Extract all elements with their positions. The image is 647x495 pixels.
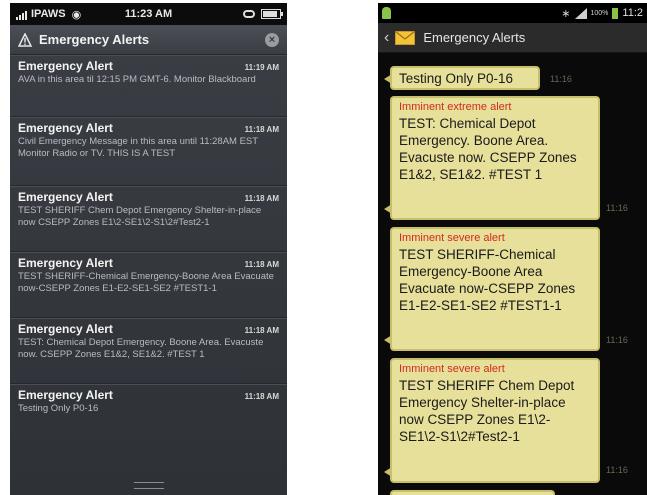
message-bubble[interactable]: Imminent severe alert TEST SHERIFF Chem …	[384, 358, 600, 483]
message-text: Testing Only P0-16	[399, 71, 514, 86]
notification-title: Emergency Alert	[18, 388, 113, 402]
rotation-lock-icon	[243, 10, 255, 18]
android-status-time: 11:2	[622, 7, 643, 19]
notification-group-header: Emergency Alerts ×	[10, 25, 287, 55]
notification-time: 11:18 AM	[244, 392, 279, 401]
bluetooth-icon: ∗	[561, 7, 571, 20]
notification-body: Civil Emergency Message in this area unt…	[18, 136, 258, 159]
alert-category: Imminent severe alert	[399, 363, 505, 375]
message-text: TEST: Chemical Depot Emergency. Boone Ar…	[399, 116, 577, 182]
notification-title: Emergency Alert	[18, 59, 113, 73]
notification-title: Emergency Alert	[18, 121, 113, 135]
android-screen: ∗ 100% 11:2 ‹ Emergency Alerts Testing O…	[378, 3, 647, 495]
notification-body: Testing Only P0-16	[18, 403, 99, 414]
message-time: 11:16	[550, 74, 572, 84]
notification-time: 11:18 AM	[244, 326, 279, 335]
notification-body: TEST SHERIFF Chem Depot Emergency Shelte…	[18, 205, 262, 228]
message-time: 11:16	[606, 203, 628, 213]
group-title: Emergency Alerts	[39, 32, 150, 47]
message-bubble[interactable]: Imminent extreme alert TEST: Chemical De…	[384, 96, 600, 220]
drag-handle[interactable]	[133, 482, 164, 489]
notification-item[interactable]: Emergency Alert 11:19 AM AVA in this are…	[10, 55, 287, 117]
notification-time: 11:18 AM	[244, 125, 279, 134]
message-bubble[interactable]	[390, 490, 555, 495]
action-bar: ‹ Emergency Alerts	[378, 23, 647, 53]
battery-percent: 100%	[590, 9, 609, 17]
message-text: TEST SHERIFF-Chemical Emergency-Boone Ar…	[399, 247, 576, 313]
android-notification-icon	[382, 7, 391, 19]
message-time: 11:16	[606, 335, 628, 345]
clear-group-icon[interactable]: ×	[265, 32, 279, 47]
thread-title: Emergency Alerts	[423, 30, 526, 45]
signal-icon	[16, 8, 28, 20]
notification-item[interactable]: Emergency Alert 11:18 AM TEST SHERIFF-Ch…	[10, 252, 287, 318]
notification-list: Emergency Alert 11:19 AM AVA in this are…	[10, 55, 287, 425]
mail-icon[interactable]	[395, 30, 416, 45]
message-text: TEST SHERIFF Chem Depot Emergency Shelte…	[399, 378, 575, 444]
bubble-tail	[384, 467, 392, 477]
notification-body: AVA in this area til 12:15 PM GMT-6. Mon…	[18, 74, 256, 85]
bubble-tail	[384, 204, 392, 214]
signal-icon	[574, 7, 587, 19]
message-bubble[interactable]: Imminent severe alert TEST SHERIFF-Chemi…	[384, 227, 600, 351]
carrier-name: IPAWS	[31, 8, 66, 20]
iphone-screen: IPAWS ◉ 11:23 AM Emergency Alerts × Emer…	[10, 3, 287, 495]
notification-time: 11:18 AM	[244, 260, 279, 269]
notification-time: 11:18 AM	[244, 194, 279, 203]
bubble-tail	[384, 74, 392, 84]
notification-title: Emergency Alert	[18, 322, 113, 336]
notification-title: Emergency Alert	[18, 256, 113, 270]
notification-body: TEST: Chemical Depot Emergency. Boone Ar…	[18, 337, 264, 360]
ios-status-bar: IPAWS ◉ 11:23 AM	[10, 3, 287, 25]
alert-category: Imminent severe alert	[399, 232, 505, 244]
wifi-icon: ◉	[71, 8, 82, 21]
warning-icon	[18, 32, 32, 47]
notification-item[interactable]: Emergency Alert 11:18 AM TEST: Chemical …	[10, 318, 287, 384]
battery-icon	[612, 7, 619, 19]
bubble-tail	[384, 335, 392, 345]
battery-icon	[261, 9, 283, 19]
notification-body: TEST SHERIFF-Chemical Emergency-Boone Ar…	[18, 271, 274, 294]
notification-item[interactable]: Emergency Alert 11:18 AM TEST SHERIFF Ch…	[10, 186, 287, 252]
notification-title: Emergency Alert	[18, 190, 113, 204]
android-status-bar: ∗ 100% 11:2	[378, 3, 647, 23]
alert-category: Imminent extreme alert	[399, 101, 512, 113]
message-time: 11:16	[606, 465, 628, 475]
notification-item[interactable]: Emergency Alert 11:18 AM Civil Emergency…	[10, 117, 287, 186]
notification-time: 11:19 AM	[244, 63, 279, 72]
notification-item[interactable]: Emergency Alert 11:18 AM Testing Only P0…	[10, 384, 287, 425]
back-icon[interactable]: ‹	[384, 29, 389, 46]
message-bubble[interactable]: Testing Only P0-16	[384, 66, 540, 90]
